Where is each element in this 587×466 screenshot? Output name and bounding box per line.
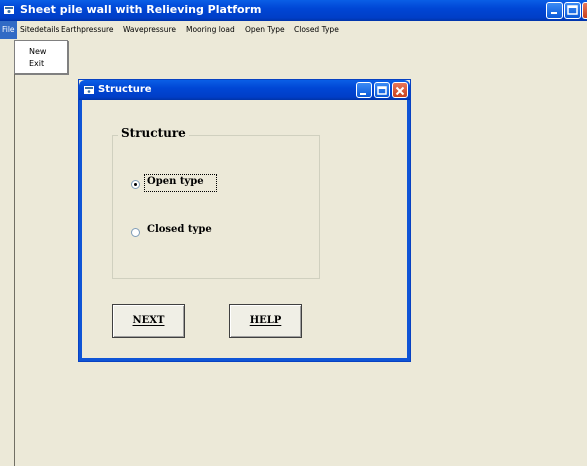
dialog-maximize-button[interactable] [374,82,390,98]
menu-item-exit[interactable]: Exit [29,59,44,68]
menu-mooring-load[interactable]: Mooring load [186,21,235,39]
groupbox-label: Structure [118,126,189,140]
app-icon [4,6,14,14]
menu-bar: File Sitedetails Earthpressure Wavepress… [0,21,587,41]
dialog-title-bar[interactable]: Structure [79,80,410,100]
dialog-frame-right [407,100,410,361]
help-button[interactable]: HELP [229,304,302,338]
menu-item-new[interactable]: New [29,47,46,56]
next-button[interactable]: NEXT [112,304,185,338]
radio-selected-dot [134,183,137,186]
maximize-icon [567,5,578,15]
main-title-bar[interactable]: Sheet pile wall with Relieving Platform [0,0,587,21]
menu-file[interactable]: File [0,21,17,39]
mdi-left-border [0,40,15,466]
closed-type-label[interactable]: Closed type [147,224,212,235]
help-button-label: HELP [249,315,282,326]
dialog-close-button[interactable] [392,82,408,98]
open-type-radio[interactable] [131,180,140,189]
minimize-icon [360,93,366,95]
open-type-label[interactable]: Open type [147,176,204,187]
closed-type-radio[interactable] [131,228,140,237]
minimize-button[interactable] [546,2,563,19]
maximize-button[interactable] [564,2,581,19]
menu-sitedetails[interactable]: Sitedetails [20,21,59,39]
minimize-icon [551,12,557,14]
dialog-frame-bottom [79,358,410,361]
file-menu-dropdown: New Exit [14,40,68,74]
menu-earthpressure[interactable]: Earthpressure [61,21,114,39]
maximize-icon [377,86,387,95]
close-icon [395,86,405,96]
menu-closed-type[interactable]: Closed Type [294,21,339,39]
dialog-minimize-button[interactable] [356,82,372,98]
close-button[interactable] [582,2,587,19]
dialog-app-icon [84,86,94,94]
dialog-frame-left [79,100,82,361]
menu-open-type[interactable]: Open Type [245,21,285,39]
window-title: Sheet pile wall with Relieving Platform [20,3,262,16]
menu-wavepressure[interactable]: Wavepressure [123,21,176,39]
dialog-title: Structure [98,84,152,95]
next-button-label: NEXT [132,315,165,326]
structure-dialog: Structure Structure Open type Closed typ… [78,79,411,362]
structure-groupbox: Structure Open type Closed type [112,126,320,279]
